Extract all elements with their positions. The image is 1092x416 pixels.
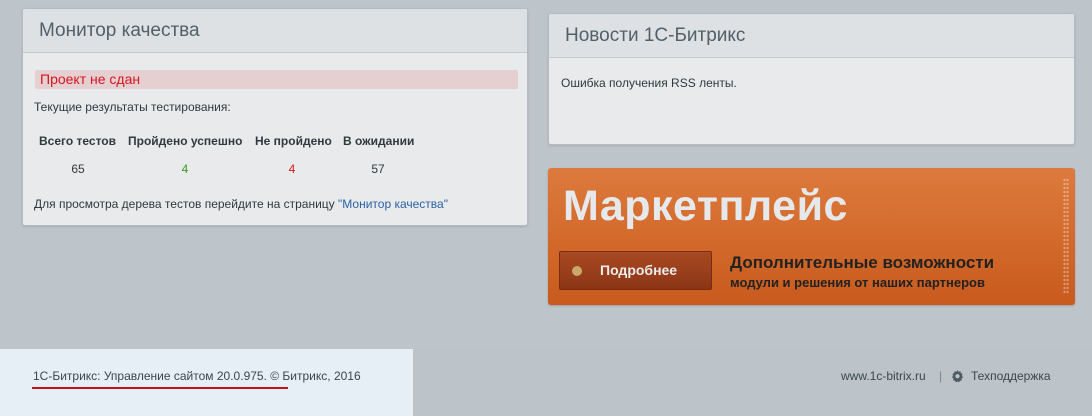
failed-tests-header: Не пройдено: [255, 134, 332, 148]
news-title: Новости 1С-Битрикс: [549, 14, 1074, 58]
dotted-decoration: [1063, 178, 1069, 294]
test-tree-hint-text: Для просмотра дерева тестов перейдите на…: [34, 197, 339, 211]
pending-tests-header: В ожидании: [343, 134, 415, 148]
gear-icon[interactable]: [951, 370, 964, 383]
quality-monitor-panel: Монитор качества Проект не сдан Текущие …: [22, 8, 528, 226]
marketplace-banner[interactable]: Маркетплейс Подробнее Дополнительные воз…: [548, 168, 1075, 305]
passed-tests-header: Пройдено успешно: [128, 134, 243, 148]
failed-tests-value: 4: [288, 162, 296, 176]
test-tree-hint: Для просмотра дерева тестов перейдите на…: [34, 197, 448, 211]
rss-error-message: Ошибка получения RSS ленты.: [561, 76, 737, 90]
support-link[interactable]: Техподдержка: [971, 369, 1051, 383]
project-status-badge: Проект не сдан: [35, 70, 518, 89]
bitrix-news-panel: Новости 1С-Битрикс Ошибка получения RSS …: [548, 13, 1075, 145]
passed-tests-value: 4: [181, 162, 189, 176]
current-results-label: Текущие результаты тестирования:: [34, 100, 231, 114]
pending-tests-value: 57: [371, 162, 385, 176]
quality-monitor-link[interactable]: "Монитор качества": [338, 197, 448, 211]
more-details-button[interactable]: Подробнее: [559, 251, 712, 290]
footer-copyright-area: 1С-Битрикс: Управление сайтом 20.0.975. …: [0, 349, 413, 416]
total-tests-header: Всего тестов: [39, 134, 117, 148]
footer-separator: |: [939, 369, 943, 383]
marketplace-subtitle: Дополнительные возможности: [730, 253, 995, 272]
quality-monitor-title: Монитор качества: [23, 9, 527, 53]
copyright-underline: [32, 387, 288, 389]
bullet-icon: [572, 266, 582, 276]
copyright-text: 1С-Битрикс: Управление сайтом 20.0.975. …: [33, 369, 361, 383]
marketplace-title: Маркетплейс: [563, 182, 848, 230]
more-details-label: Подробнее: [600, 262, 678, 278]
bitrix-site-link[interactable]: www.1c-bitrix.ru: [841, 369, 926, 383]
marketplace-subtitle-secondary: модули и решения от наших партнеров: [730, 275, 985, 290]
total-tests-value: 65: [71, 162, 85, 176]
